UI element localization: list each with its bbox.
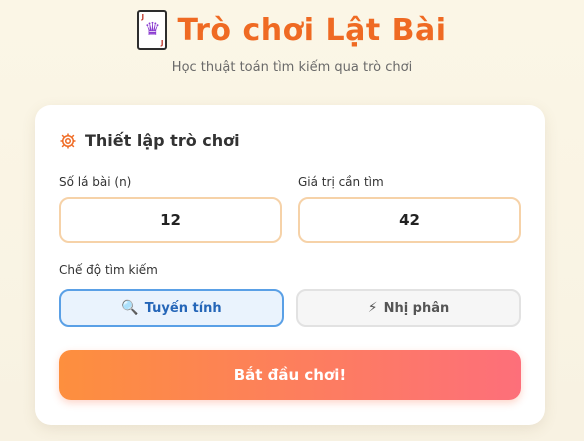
mode-binary-label: Nhị phân [383, 300, 450, 316]
gear-icon [60, 133, 76, 148]
mode-linear-button[interactable]: 🔍 Tuyến tính [59, 289, 284, 327]
page-title: Trò chơi Lật Bài [177, 12, 447, 48]
mode-linear-label: Tuyến tính [144, 300, 222, 316]
card-count-input[interactable]: 12 [59, 197, 282, 243]
lightning-icon: ⚡ [367, 300, 378, 316]
start-game-button[interactable]: Bắt đầu chơi! [59, 350, 521, 400]
title-row: J ♛ J Trò chơi Lật Bài [0, 8, 584, 52]
setup-panel: Thiết lập trò chơi Số lá bài (n) 12 Giá … [35, 105, 545, 425]
panel-header: Thiết lập trò chơi [59, 131, 240, 150]
search-icon: 🔍 [121, 300, 139, 316]
joker-card-icon: J ♛ J [137, 10, 168, 50]
search-mode-label: Chế độ tìm kiếm [59, 263, 158, 277]
target-value-label: Giá trị cần tìm [298, 175, 384, 189]
target-value-input[interactable]: 42 [298, 197, 521, 243]
card-count-label: Số lá bài (n) [59, 175, 132, 189]
page-subtitle: Học thuật toán tìm kiếm qua trò chơi [171, 60, 413, 75]
mode-binary-button[interactable]: ⚡ Nhị phân [296, 289, 521, 327]
panel-title: Thiết lập trò chơi [85, 131, 240, 150]
header: J ♛ J Trò chơi Lật Bài Học thuật toán tì… [0, 8, 584, 75]
